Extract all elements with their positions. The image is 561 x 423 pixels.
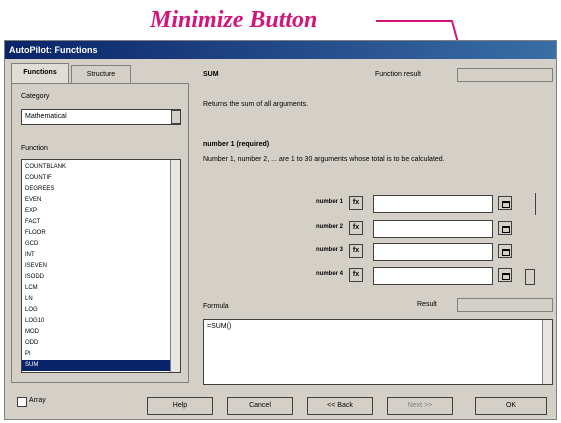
arg-fx-button-3[interactable]: fx: [349, 244, 363, 258]
category-label: Category: [21, 93, 50, 100]
list-item-selected[interactable]: SUM: [22, 360, 170, 371]
function-result-value: [457, 68, 553, 82]
list-item[interactable]: LCM: [25, 283, 165, 294]
arg-input-1[interactable]: [373, 195, 493, 213]
tab-structure[interactable]: Structure: [71, 65, 131, 83]
arg-input-4[interactable]: [373, 267, 493, 285]
arg-input-2[interactable]: [373, 220, 493, 238]
category-select[interactable]: Mathematical: [21, 109, 181, 125]
function-result-label: Function result: [375, 71, 421, 78]
formula-scrollbar[interactable]: [542, 320, 552, 384]
list-item[interactable]: FACT: [25, 217, 165, 228]
minimize-icon[interactable]: [498, 196, 512, 210]
argument-description: Number 1, number 2, ... are 1 to 30 argu…: [203, 156, 445, 163]
list-item[interactable]: ODD: [25, 338, 165, 349]
back-button[interactable]: << Back: [307, 397, 373, 415]
list-item[interactable]: LOG10: [25, 316, 165, 327]
minimize-icon[interactable]: [498, 221, 512, 235]
arg-scroll-up[interactable]: [525, 193, 536, 215]
list-item[interactable]: EXP: [25, 206, 165, 217]
arg-label-1: number 1: [315, 199, 343, 205]
function-name-header: SUM: [203, 71, 219, 78]
array-label: Array: [29, 397, 46, 404]
arg-fx-button-2[interactable]: fx: [349, 221, 363, 235]
function-label: Function: [21, 145, 48, 152]
minimize-button-callout-label: Minimize Button: [150, 7, 318, 33]
list-item[interactable]: INT: [25, 250, 165, 261]
minimize-icon[interactable]: [498, 268, 512, 282]
argument-heading: number 1 (required): [203, 141, 270, 148]
function-list-scrollbar[interactable]: [170, 160, 180, 372]
arg-fx-button-4[interactable]: fx: [349, 268, 363, 282]
category-dropdown-button[interactable]: [171, 110, 181, 124]
help-button[interactable]: Help: [147, 397, 213, 415]
array-checkbox[interactable]: [17, 397, 27, 407]
arg-scroll-down[interactable]: [525, 269, 535, 285]
ok-button[interactable]: OK: [475, 397, 547, 415]
list-item[interactable]: MOD: [25, 327, 165, 338]
result-label: Result: [417, 301, 437, 308]
function-wizard-dialog: AutoPilot: Functions Functions Structure…: [4, 40, 557, 420]
list-item[interactable]: COUNTIF: [25, 173, 165, 184]
arg-input-3[interactable]: [373, 243, 493, 261]
function-list[interactable]: COUNTBLANK COUNTIF DEGREES EVEN EXP FACT…: [21, 159, 181, 373]
next-button[interactable]: Next >>: [387, 397, 453, 415]
formula-label: Formula: [203, 303, 229, 310]
tab-functions[interactable]: Functions: [11, 63, 69, 83]
arg-fx-button-1[interactable]: fx: [349, 196, 363, 210]
arg-label-3: number 3: [315, 247, 343, 253]
list-item[interactable]: PI: [25, 349, 165, 360]
list-item[interactable]: LN: [25, 294, 165, 305]
list-item[interactable]: ISEVEN: [25, 261, 165, 272]
list-item[interactable]: DEGREES: [25, 184, 165, 195]
result-value-box: [457, 298, 553, 312]
function-description: Returns the sum of all arguments.: [203, 101, 309, 108]
list-item[interactable]: LOG: [25, 305, 165, 316]
list-item[interactable]: COUNTBLANK: [25, 162, 165, 173]
category-select-value: Mathematical: [25, 113, 67, 120]
arg-label-2: number 2: [315, 224, 343, 230]
dialog-titlebar[interactable]: AutoPilot: Functions: [5, 41, 556, 59]
minimize-icon[interactable]: [498, 244, 512, 258]
list-item[interactable]: GCD: [25, 239, 165, 250]
list-item[interactable]: FLOOR: [25, 228, 165, 239]
formula-textarea[interactable]: =SUM(): [203, 319, 553, 385]
arg-label-4: number 4: [315, 271, 343, 277]
list-item[interactable]: ISODD: [25, 272, 165, 283]
cancel-button[interactable]: Cancel: [227, 397, 293, 415]
list-item[interactable]: EVEN: [25, 195, 165, 206]
formula-value: =SUM(): [207, 323, 232, 330]
